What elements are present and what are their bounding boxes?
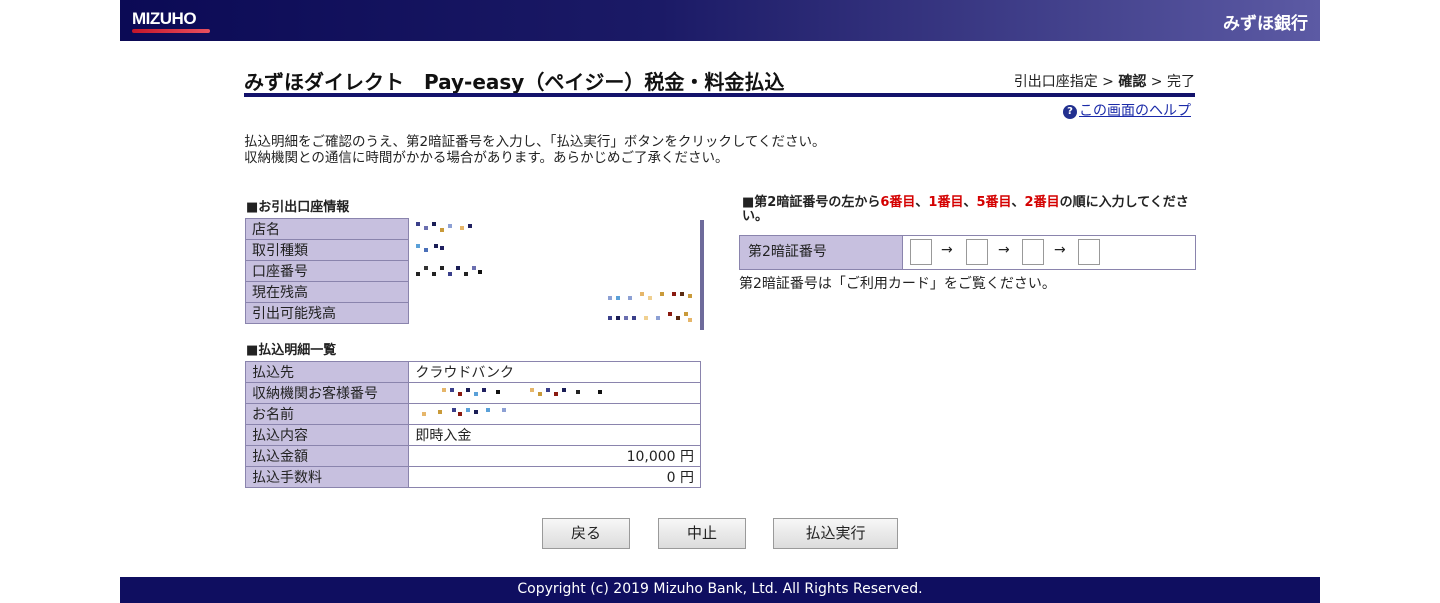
account-label-branch: 店名 [245, 218, 409, 240]
account-value-available [409, 303, 701, 324]
payment-label-payee: 払込先 [244, 361, 410, 383]
table-row: 払込金額 10,000 円 [244, 445, 701, 467]
payment-section-title: ■払込明細一覧 [246, 343, 337, 358]
payment-label-amount: 払込金額 [244, 445, 410, 467]
execute-payment-button[interactable]: 払込実行 [773, 518, 898, 549]
title-divider [244, 93, 1195, 97]
pin-note: 第2暗証番号は「ご利用カード」をご覧ください。 [739, 276, 1056, 292]
right-arrow-icon: → [1054, 242, 1066, 258]
pin-comma: 、 [963, 195, 977, 210]
logo-swoosh-icon [132, 29, 210, 33]
payment-label-content: 払込内容 [244, 424, 410, 446]
step-complete: 完了 [1167, 74, 1195, 90]
step-confirm-current: 確認 [1118, 74, 1147, 90]
table-row: 取引種類 [245, 239, 701, 261]
step-separator: > [1097, 74, 1119, 90]
account-info-table: 店名 取引種類 口座番号 現在残高 引出可能残高 [245, 218, 701, 324]
footer: Copyright (c) 2019 Mizuho Bank, Ltd. All… [120, 577, 1320, 603]
pin-comma: 、 [915, 195, 929, 210]
pin-digit-position-1: 6番目 [880, 195, 916, 210]
help-link[interactable]: ? この画面のヘルプ [1063, 100, 1191, 120]
table-row: 引出可能残高 [245, 302, 701, 324]
step-select-account: 引出口座指定 [1013, 74, 1098, 90]
instruction-line-1: 払込明細をご確認のうえ、第2暗証番号を入力し、「払込実行」ボタンをクリックしてく… [244, 134, 826, 150]
pin-comma: 、 [1011, 195, 1025, 210]
table-row: 現在残高 [245, 281, 701, 303]
payment-value-payee: クラウドバンク [408, 361, 701, 383]
pin-digit-input-3[interactable] [1022, 239, 1044, 265]
table-row: お名前 [244, 403, 701, 425]
account-value-type [409, 240, 701, 261]
help-question-icon: ? [1063, 105, 1077, 119]
table-row: 収納機関お客様番号 [244, 382, 701, 404]
account-section-title: ■お引出口座情報 [246, 200, 350, 215]
table-row: 払込先 クラウドバンク [244, 361, 701, 383]
pin-digit-position-3: 5番目 [976, 195, 1012, 210]
payment-details-table: 払込先 クラウドバンク 収納機関お客様番号 お名前 払込内容 即時入金 払込金額 10… [244, 361, 701, 488]
table-row: 払込手数料 0 円 [244, 466, 701, 488]
help-link-text[interactable]: この画面のヘルプ [1079, 103, 1191, 119]
pin-field-label: 第2暗証番号 [740, 236, 903, 269]
pin-digit-position-2: 1番目 [928, 195, 964, 210]
payment-value-amount: 10,000 円 [408, 445, 701, 467]
payment-value-content: 即時入金 [408, 424, 701, 446]
pin-digit-position-4: 2番目 [1024, 195, 1060, 210]
pin-digit-input-1[interactable] [910, 239, 932, 265]
cancel-button[interactable]: 中止 [658, 518, 746, 549]
account-label-available: 引出可能残高 [245, 302, 409, 324]
step-separator: > [1146, 74, 1167, 90]
page-wrapper: MIZUHO みずほ銀行 みずほダイレクト Pay-easy（ペイジー）税金・料… [120, 0, 1320, 603]
page-title: みずほダイレクト Pay-easy（ペイジー）税金・料金払込 [244, 70, 785, 94]
step-breadcrumb: 引出口座指定 > 確認 > 完了 [1014, 71, 1195, 91]
copyright-text: Copyright (c) 2019 Mizuho Bank, Ltd. All… [517, 581, 923, 597]
table-row: 店名 [245, 218, 701, 240]
pin-entry-row: 第2暗証番号 → → → [739, 235, 1196, 270]
payment-value-fee: 0 円 [408, 466, 701, 488]
pin-instruction-prefix: ■第2暗証番号の左から [742, 195, 881, 210]
pin-digit-input-2[interactable] [966, 239, 988, 265]
account-label-number: 口座番号 [245, 260, 409, 282]
payment-label-fee: 払込手数料 [244, 466, 410, 488]
account-value-number [409, 261, 701, 282]
pin-instruction: ■第2暗証番号の左から6番目、1番目、5番目、2番目の順に入力してください。 [742, 196, 1202, 224]
right-arrow-icon: → [941, 242, 953, 258]
account-label-balance: 現在残高 [245, 281, 409, 303]
account-table-edge [700, 220, 704, 330]
back-button[interactable]: 戻る [542, 518, 630, 549]
bank-name: みずほ銀行 [1223, 14, 1308, 34]
payment-value-name [408, 403, 701, 425]
top-bar: MIZUHO みずほ銀行 [120, 0, 1320, 41]
account-value-branch [409, 219, 701, 240]
instruction-text: 払込明細をご確認のうえ、第2暗証番号を入力し、「払込実行」ボタンをクリックしてく… [244, 134, 826, 166]
table-row: 払込内容 即時入金 [244, 424, 701, 446]
payment-label-name: お名前 [244, 403, 410, 425]
pin-digit-input-4[interactable] [1078, 239, 1100, 265]
right-arrow-icon: → [998, 242, 1010, 258]
mizuho-logo: MIZUHO [132, 9, 197, 28]
account-value-balance [409, 282, 701, 303]
account-label-type: 取引種類 [245, 239, 409, 261]
instruction-line-2: 収納機関との通信に時間がかかる場合があります。あらかじめご了承ください。 [244, 150, 729, 166]
payment-label-customer-number: 収納機関お客様番号 [244, 382, 410, 404]
table-row: 口座番号 [245, 260, 701, 282]
